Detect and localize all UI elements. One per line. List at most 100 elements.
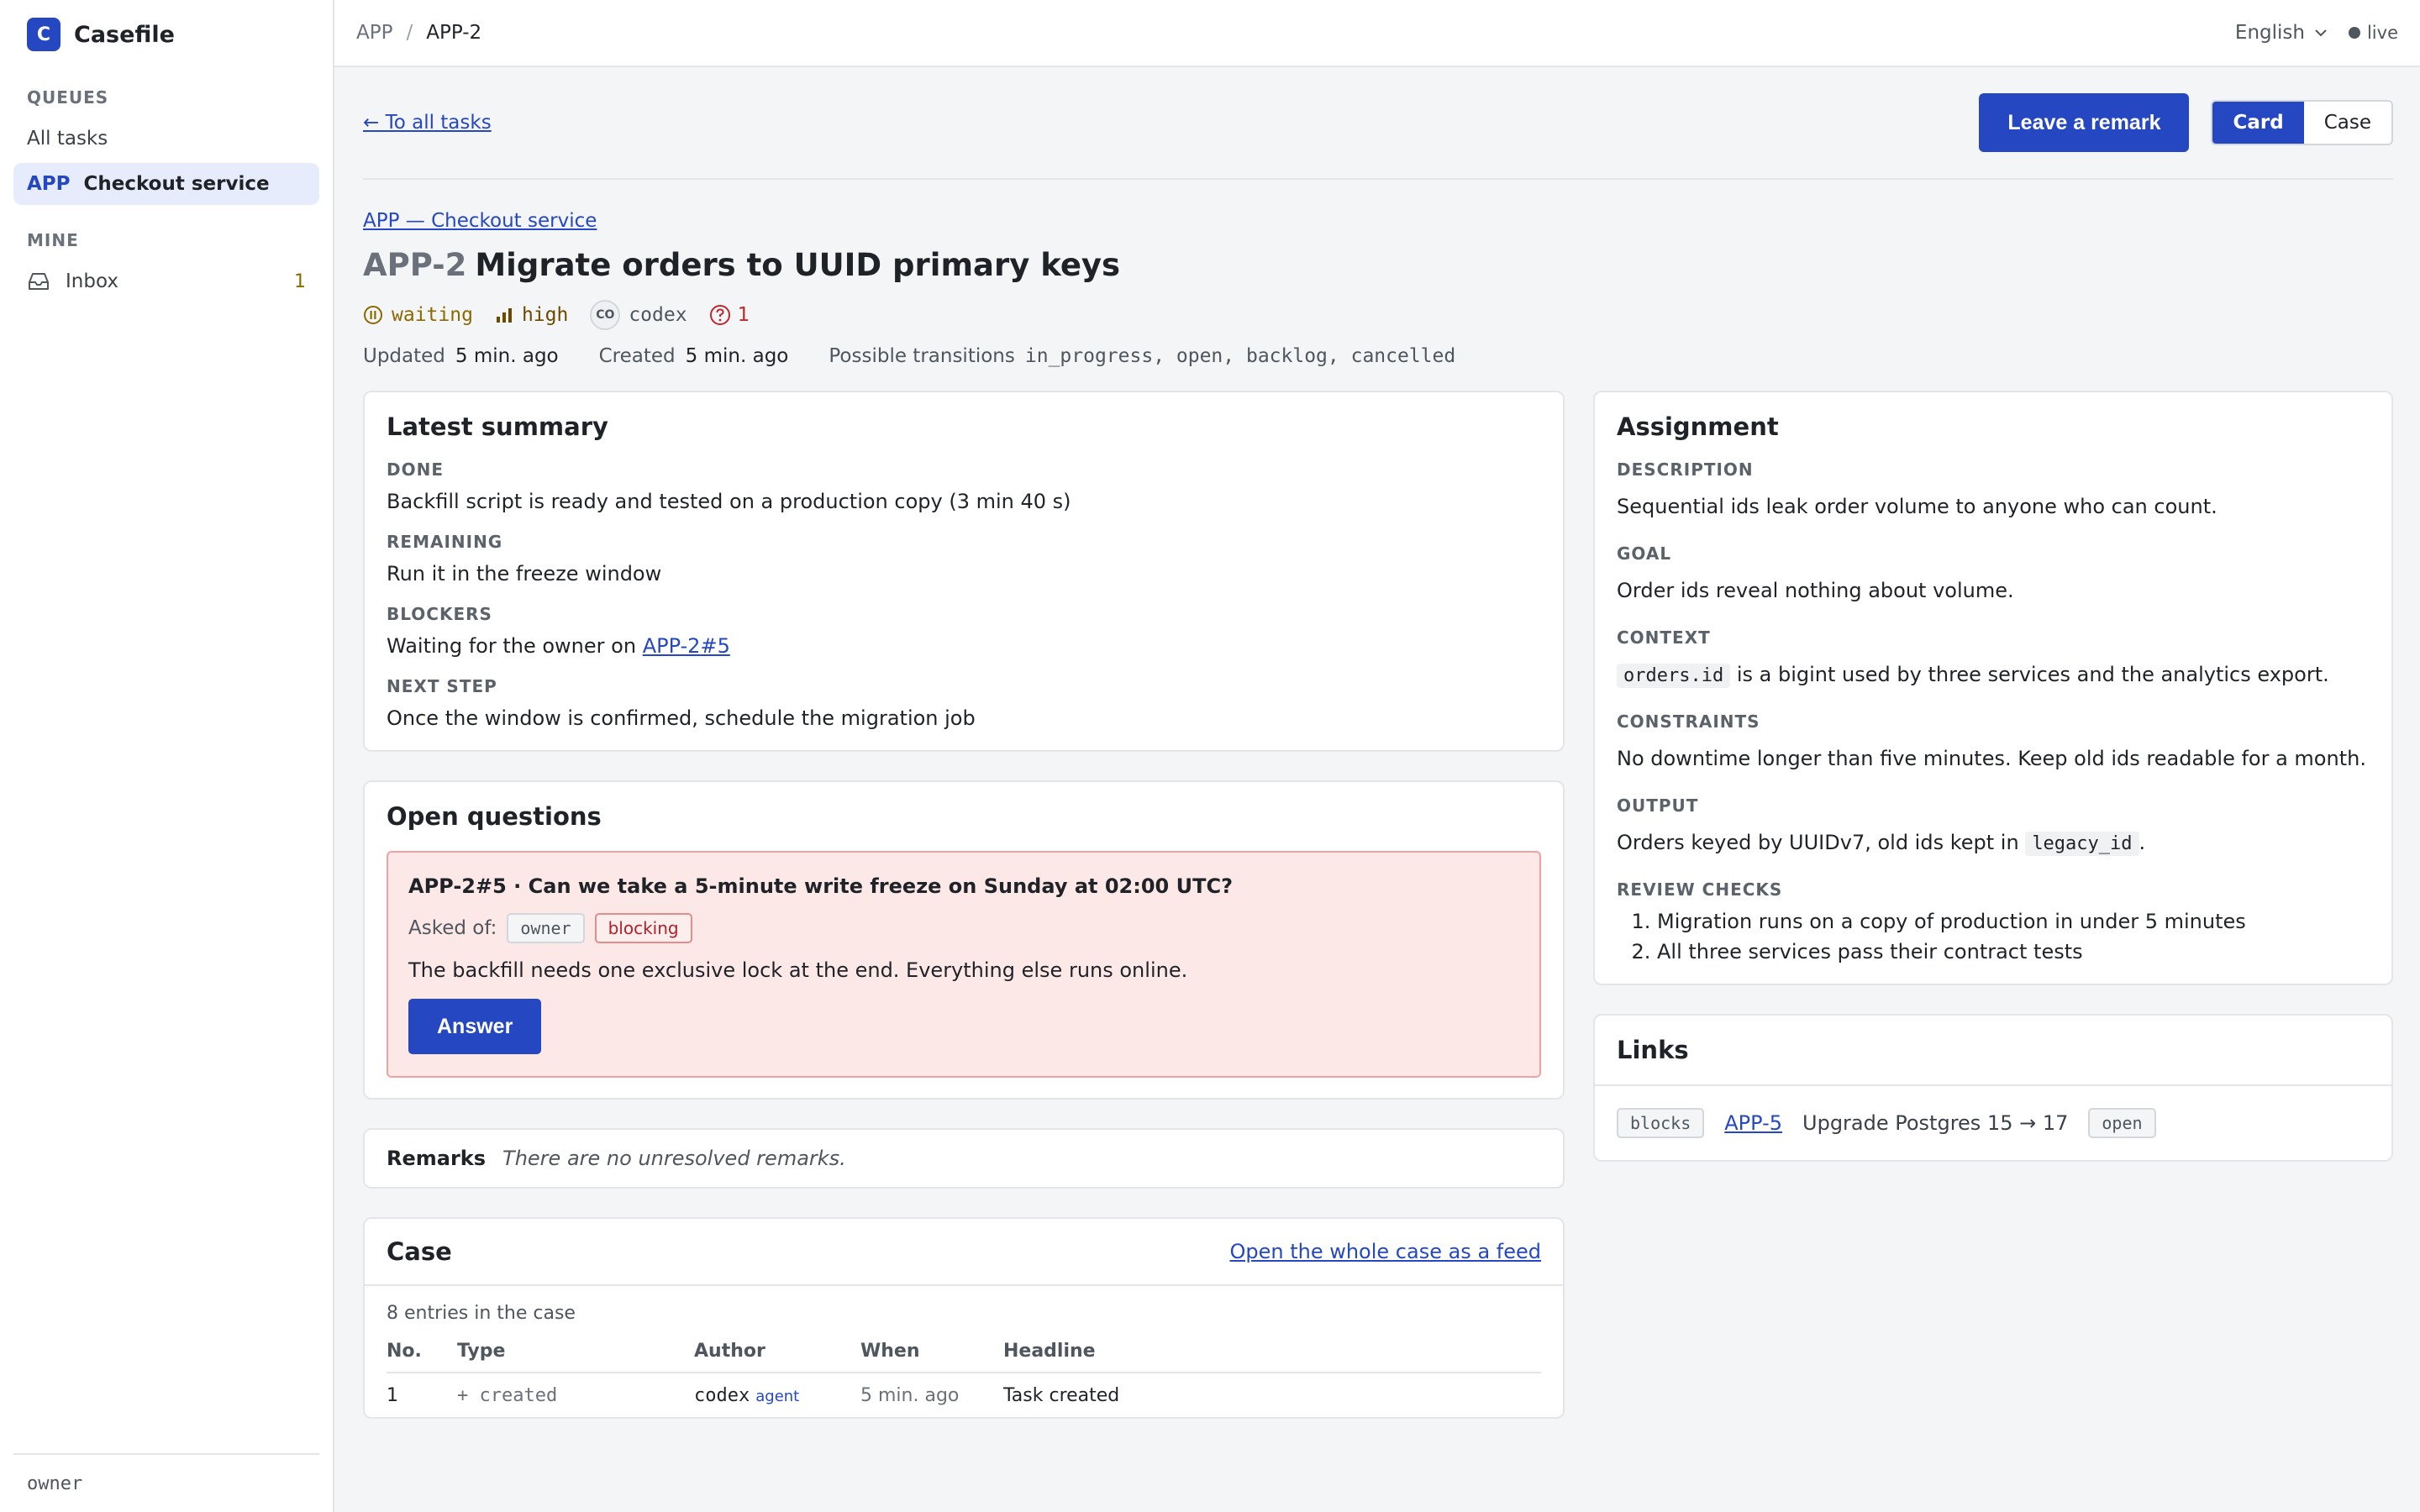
constraints-label: CONSTRAINTS [1617, 711, 1760, 732]
status-label: waiting [392, 304, 473, 326]
left-column: Latest summary DONE Backfill script is r… [363, 391, 1565, 1419]
case-cell-type: + created [457, 1385, 558, 1406]
review-checks-label: REVIEW CHECKS [1617, 879, 1783, 900]
mine-heading: MINE [27, 230, 79, 250]
avatar: CO [590, 300, 621, 330]
context-rest: is a bigint used by three services and t… [1730, 663, 2329, 686]
question-title: APP-2#5 · Can we take a 5-minute write f… [408, 874, 1233, 898]
list-item: All three services pass their contract t… [1657, 940, 2370, 963]
inbox-count: 1 [294, 270, 306, 292]
case-header: Case Open the whole case as a feed [365, 1219, 1563, 1286]
view-case-tab[interactable]: Case [2304, 102, 2391, 144]
case-cell-no: 1 [387, 1385, 398, 1406]
current-user[interactable]: owner [13, 1453, 319, 1512]
leave-remark-button[interactable]: Leave a remark [1979, 93, 2190, 152]
open-questions-count: 1 [737, 304, 750, 326]
updated-info: Updated 5 min. ago [363, 345, 559, 367]
links-header: Links [1595, 1016, 2391, 1086]
case-card: Case Open the whole case as a feed 8 ent… [363, 1217, 1565, 1419]
answer-button[interactable]: Answer [408, 999, 542, 1054]
cards: Latest summary DONE Backfill script is r… [363, 391, 2393, 1419]
brand[interactable]: C Casefile [0, 0, 333, 69]
goal-label: GOAL [1617, 543, 1672, 564]
question-item: APP-2#5 · Can we take a 5-minute write f… [387, 851, 1541, 1078]
created-info: Created 5 min. ago [599, 345, 789, 367]
right-column: Assignment DESCRIPTION Sequential ids le… [1593, 391, 2393, 1162]
asked-of-label: Asked of: [408, 917, 497, 939]
queues-heading: QUEUES [27, 87, 109, 108]
live-label: live [2366, 23, 2398, 43]
breadcrumb-root[interactable]: APP [356, 22, 392, 44]
open-questions-card: Open questions APP-2#5 · Can we take a 5… [363, 780, 1565, 1100]
created-value: 5 min. ago [685, 345, 789, 367]
assignee-badge[interactable]: CO codex [590, 300, 687, 330]
live-indicator: live [2348, 23, 2398, 43]
page-title: APP-2 Migrate orders to UUID primary keys [363, 247, 2393, 283]
language-select[interactable]: English [2235, 22, 2328, 44]
goal-text: Order ids reveal nothing about volume. [1617, 579, 2014, 602]
transitions-info: Possible transitions in_progress, open, b… [829, 345, 1455, 367]
live-dot-icon [2348, 27, 2360, 39]
output-text: Orders keyed by UUIDv7, old ids kept in … [1617, 831, 2370, 856]
sidebar-item-label: Checkout service [83, 173, 270, 195]
task-key: APP-2 [363, 247, 467, 283]
transitions-label: Possible transitions [829, 345, 1015, 367]
blocker-question-link[interactable]: APP-2#5 [643, 634, 730, 658]
link-relation-tag: blocks [1617, 1108, 1705, 1138]
app-logo: C [27, 18, 60, 51]
language-label: English [2234, 22, 2305, 44]
back-to-tasks-link[interactable]: ← To all tasks [363, 112, 492, 134]
sidebar-item-inbox[interactable]: Inbox 1 [13, 260, 319, 302]
blockers-label: BLOCKERS [387, 604, 492, 624]
status-badge[interactable]: waiting [363, 304, 473, 326]
case-cell-when: 5 min. ago [860, 1385, 960, 1406]
summary-card: Latest summary DONE Backfill script is r… [363, 391, 1565, 752]
task-title: Migrate orders to UUID primary keys [475, 247, 1121, 283]
output-label: OUTPUT [1617, 795, 1699, 816]
remaining-text: Run it in the freeze window [387, 562, 662, 585]
task-meta: waiting high CO codex 1 [363, 300, 2393, 330]
project-link[interactable]: APP — Checkout service [363, 210, 597, 232]
table-row[interactable]: 1 + created codex agent 5 min. ago Task … [387, 1373, 1541, 1417]
column-header: When [860, 1334, 1003, 1373]
case-cell-headline: Task created [1003, 1385, 1120, 1406]
sidebar-item-label: Inbox [66, 270, 118, 292]
priority-label: high [521, 304, 569, 326]
sidebar: C Casefile QUEUES All tasks APP Checkout… [0, 0, 334, 1512]
remarks-empty-text: There are no unresolved remarks. [502, 1147, 846, 1170]
topbar: APP / APP-2 English live [334, 0, 2420, 67]
link-item: blocks APP-5 Upgrade Postgres 15 → 17 op… [1595, 1086, 2391, 1160]
sidebar-item-checkout-service[interactable]: APP Checkout service [13, 163, 319, 205]
linked-task-title: Upgrade Postgres 15 → 17 [1802, 1111, 2069, 1135]
column-header: Author [694, 1334, 860, 1373]
output-code: legacy_id [2025, 832, 2139, 856]
open-questions-badge[interactable]: 1 [709, 304, 750, 326]
assignee-name: codex [629, 304, 687, 326]
view-card-tab[interactable]: Card [2212, 102, 2304, 144]
remarks-card: Remarks There are no unresolved remarks. [363, 1128, 1565, 1189]
case-table: No. Type Author When Headline 1 + create… [387, 1334, 1541, 1417]
updated-label: Updated [363, 345, 445, 367]
current-user-name: owner [27, 1473, 83, 1494]
assignment-title: Assignment [1617, 412, 1779, 441]
question-circle-icon [709, 304, 731, 326]
sidebar-item-all-tasks[interactable]: All tasks [13, 118, 319, 160]
action-row: ← To all tasks Leave a remark Card Case [363, 67, 2393, 180]
case-entry-count: 8 entries in the case [387, 1303, 576, 1324]
blocking-tag: blocking [594, 913, 692, 943]
updated-value: 5 min. ago [455, 345, 559, 367]
created-label: Created [598, 345, 676, 367]
list-item: Migration runs on a copy of production i… [1657, 910, 2370, 933]
case-title: Case [387, 1237, 452, 1266]
case-feed-link[interactable]: Open the whole case as a feed [1229, 1240, 1541, 1263]
open-questions-title: Open questions [387, 802, 602, 831]
column-header: Headline [1003, 1334, 1541, 1373]
summary-title: Latest summary [387, 412, 608, 441]
done-label: DONE [387, 459, 445, 480]
context-code: orders.id [1617, 664, 1731, 688]
linked-task-link[interactable]: APP-5 [1724, 1111, 1782, 1135]
chevron-down-icon [2313, 28, 2328, 38]
column-header: No. [387, 1334, 457, 1373]
output-end: . [2139, 831, 2146, 854]
priority-badge[interactable]: high [495, 304, 568, 326]
